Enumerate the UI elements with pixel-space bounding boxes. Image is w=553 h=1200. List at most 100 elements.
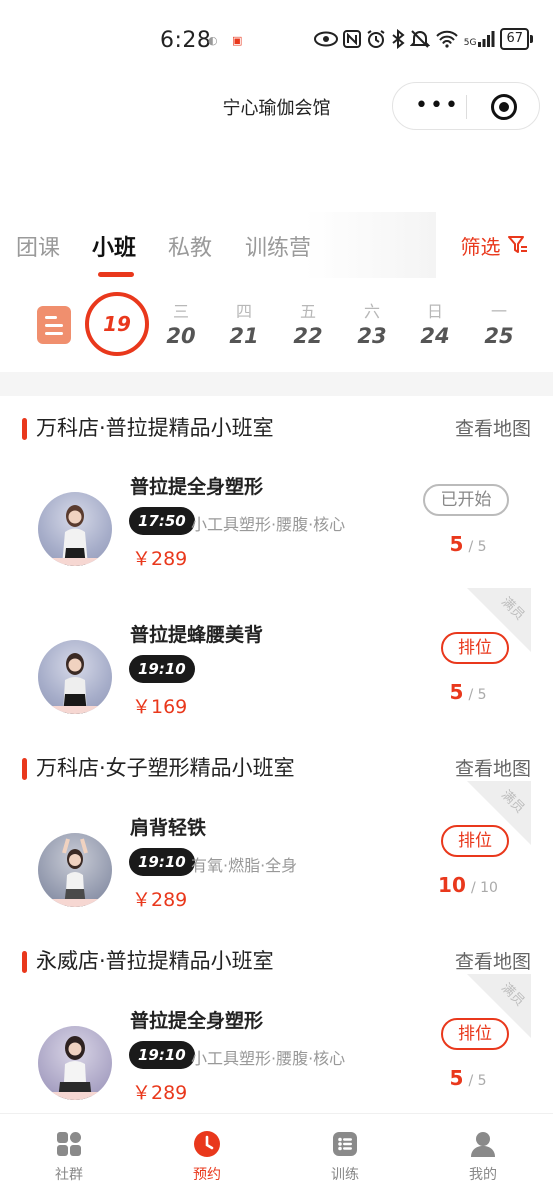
- studio-name: 万科店·女子塑形精品小班室: [36, 756, 295, 780]
- class-time: 19:10: [129, 848, 195, 876]
- app-notification-icon: ▣: [232, 34, 243, 47]
- class-card[interactable]: 满员 普拉提蜂腰美背 19:10 ￥169 排位 5 / 5: [0, 588, 553, 750]
- capacity-total: / 5: [468, 687, 487, 703]
- tab-label: 我的: [469, 1167, 497, 1183]
- class-name: 普拉提全身塑形: [130, 1010, 264, 1032]
- date-item[interactable]: 日 24: [413, 298, 457, 348]
- studio-name: 万科店·普拉提精品小班室: [36, 416, 274, 440]
- tab-group-class[interactable]: 团课: [16, 230, 60, 262]
- capacity: 10 / 10: [420, 873, 516, 897]
- battery-level: 67: [500, 28, 529, 50]
- filter-button[interactable]: 筛选: [436, 212, 553, 278]
- nav-bar: 宁心瑜伽会馆 •••: [0, 80, 553, 132]
- queue-button[interactable]: 排位: [441, 632, 509, 664]
- weekday-label: 四: [235, 302, 252, 321]
- full-label: 满员: [498, 980, 528, 1010]
- studio-marker: [22, 951, 27, 973]
- day-number: 25: [484, 324, 514, 348]
- class-price: ￥289: [132, 889, 188, 911]
- capacity: 5 / 5: [420, 680, 516, 704]
- class-time: 17:50: [129, 507, 195, 535]
- tabs-scroll: 团课 小班 私教 训练营: [0, 212, 436, 278]
- date-strip: 19 三 20 四 21 五 22 六 23 日 24 一 25: [0, 280, 553, 372]
- training-list-icon: [333, 1132, 357, 1156]
- capsule-divider: [466, 95, 467, 119]
- date-item[interactable]: 四 21: [222, 298, 266, 348]
- signal-icon: 5G: [464, 30, 496, 48]
- tab-booking[interactable]: 预约: [167, 1130, 247, 1184]
- class-tags: 有氧·燃脂·全身: [191, 856, 298, 875]
- bottom-tab-bar: 社群 预约 训练 我的: [0, 1113, 553, 1200]
- capacity-total: / 5: [468, 539, 487, 555]
- day-number: 21: [229, 324, 259, 348]
- active-tab-indicator: [98, 272, 134, 277]
- queue-button[interactable]: 排位: [441, 1018, 509, 1050]
- date-item[interactable]: 三 20: [159, 298, 203, 348]
- coach-avatar: [38, 492, 112, 566]
- tab-profile[interactable]: 我的: [443, 1130, 523, 1184]
- day-number: 20: [166, 324, 196, 348]
- section-divider: [0, 372, 553, 396]
- date-item[interactable]: 五 22: [286, 298, 330, 348]
- class-price: ￥289: [132, 548, 188, 570]
- booked-count: 5: [449, 1066, 464, 1090]
- community-icon: [57, 1132, 81, 1156]
- filter-label: 筛选: [460, 234, 501, 259]
- class-tags: 小工具塑形·腰腹·核心: [191, 515, 346, 534]
- weekday-label: 五: [299, 302, 316, 321]
- studio-marker: [22, 758, 27, 780]
- queue-button[interactable]: 排位: [441, 825, 509, 857]
- day-number: 22: [293, 324, 323, 348]
- more-menu-icon[interactable]: •••: [415, 95, 460, 117]
- tab-small-class[interactable]: 小班: [92, 230, 136, 262]
- alarm-icon: [367, 30, 385, 48]
- bluetooth-icon: [392, 29, 405, 49]
- view-map-link[interactable]: 查看地图: [455, 414, 531, 441]
- studio-header: 万科店·普拉提精品小班室 查看地图: [0, 408, 553, 448]
- tab-community[interactable]: 社群: [29, 1130, 109, 1184]
- full-label: 满员: [498, 787, 528, 817]
- date-item[interactable]: 六 23: [350, 298, 394, 348]
- capacity-total: / 5: [468, 1073, 487, 1089]
- calendar-list-icon[interactable]: [37, 306, 71, 344]
- weekday-label: 一: [490, 302, 507, 321]
- date-item[interactable]: 一 25: [477, 298, 521, 348]
- booking-clock-icon: [194, 1131, 220, 1157]
- battery-icon: 67: [500, 28, 533, 50]
- category-tabs: 团课 小班 私教 训练营 筛选: [0, 212, 553, 278]
- date-today[interactable]: 19: [85, 292, 149, 356]
- class-price: ￥169: [132, 696, 188, 718]
- tab-label: 训练: [331, 1167, 359, 1183]
- booked-count: 5: [449, 680, 464, 704]
- studio-name: 永威店·普拉提精品小班室: [36, 949, 274, 973]
- studio-marker: [22, 418, 27, 440]
- status-started-badge: 已开始: [423, 484, 509, 516]
- date-today-number: 19: [103, 312, 131, 336]
- booked-count: 5: [449, 532, 464, 556]
- network-type: 5G: [463, 38, 477, 48]
- weekday-label: 六: [363, 302, 380, 321]
- tab-training[interactable]: 训练: [305, 1130, 385, 1184]
- view-map-link[interactable]: 查看地图: [455, 754, 531, 781]
- coach-avatar: [38, 640, 112, 714]
- full-label: 满员: [498, 594, 528, 624]
- weekday-label: 三: [172, 302, 189, 321]
- tab-label: 预约: [193, 1167, 221, 1183]
- class-card[interactable]: 满员 肩背轻铁 19:10 有氧·燃脂·全身 ￥289 排位 10 / 10: [0, 781, 553, 943]
- tab-label: 社群: [55, 1167, 83, 1183]
- class-price: ￥289: [132, 1082, 188, 1104]
- coach-avatar: [38, 1026, 112, 1100]
- class-name: 普拉提蜂腰美背: [130, 624, 264, 646]
- close-program-icon[interactable]: [491, 94, 517, 120]
- status-bar: 6:28 ◐ ▣ 5G 67: [0, 0, 553, 80]
- notification-icon: ◐: [208, 34, 218, 47]
- capacity-total: / 10: [470, 880, 498, 896]
- mini-program-capsule: •••: [392, 82, 540, 130]
- weekday-label: 日: [426, 302, 443, 321]
- class-card[interactable]: 普拉提全身塑形 17:50 小工具塑形·腰腹·核心 ￥289 已开始 5 / 5: [0, 472, 553, 602]
- tab-private-coach[interactable]: 私教: [168, 230, 212, 262]
- tab-training-camp[interactable]: 训练营: [245, 230, 311, 262]
- view-map-link[interactable]: 查看地图: [455, 947, 531, 974]
- class-name: 肩背轻铁: [130, 817, 207, 839]
- eye-icon: [313, 31, 338, 47]
